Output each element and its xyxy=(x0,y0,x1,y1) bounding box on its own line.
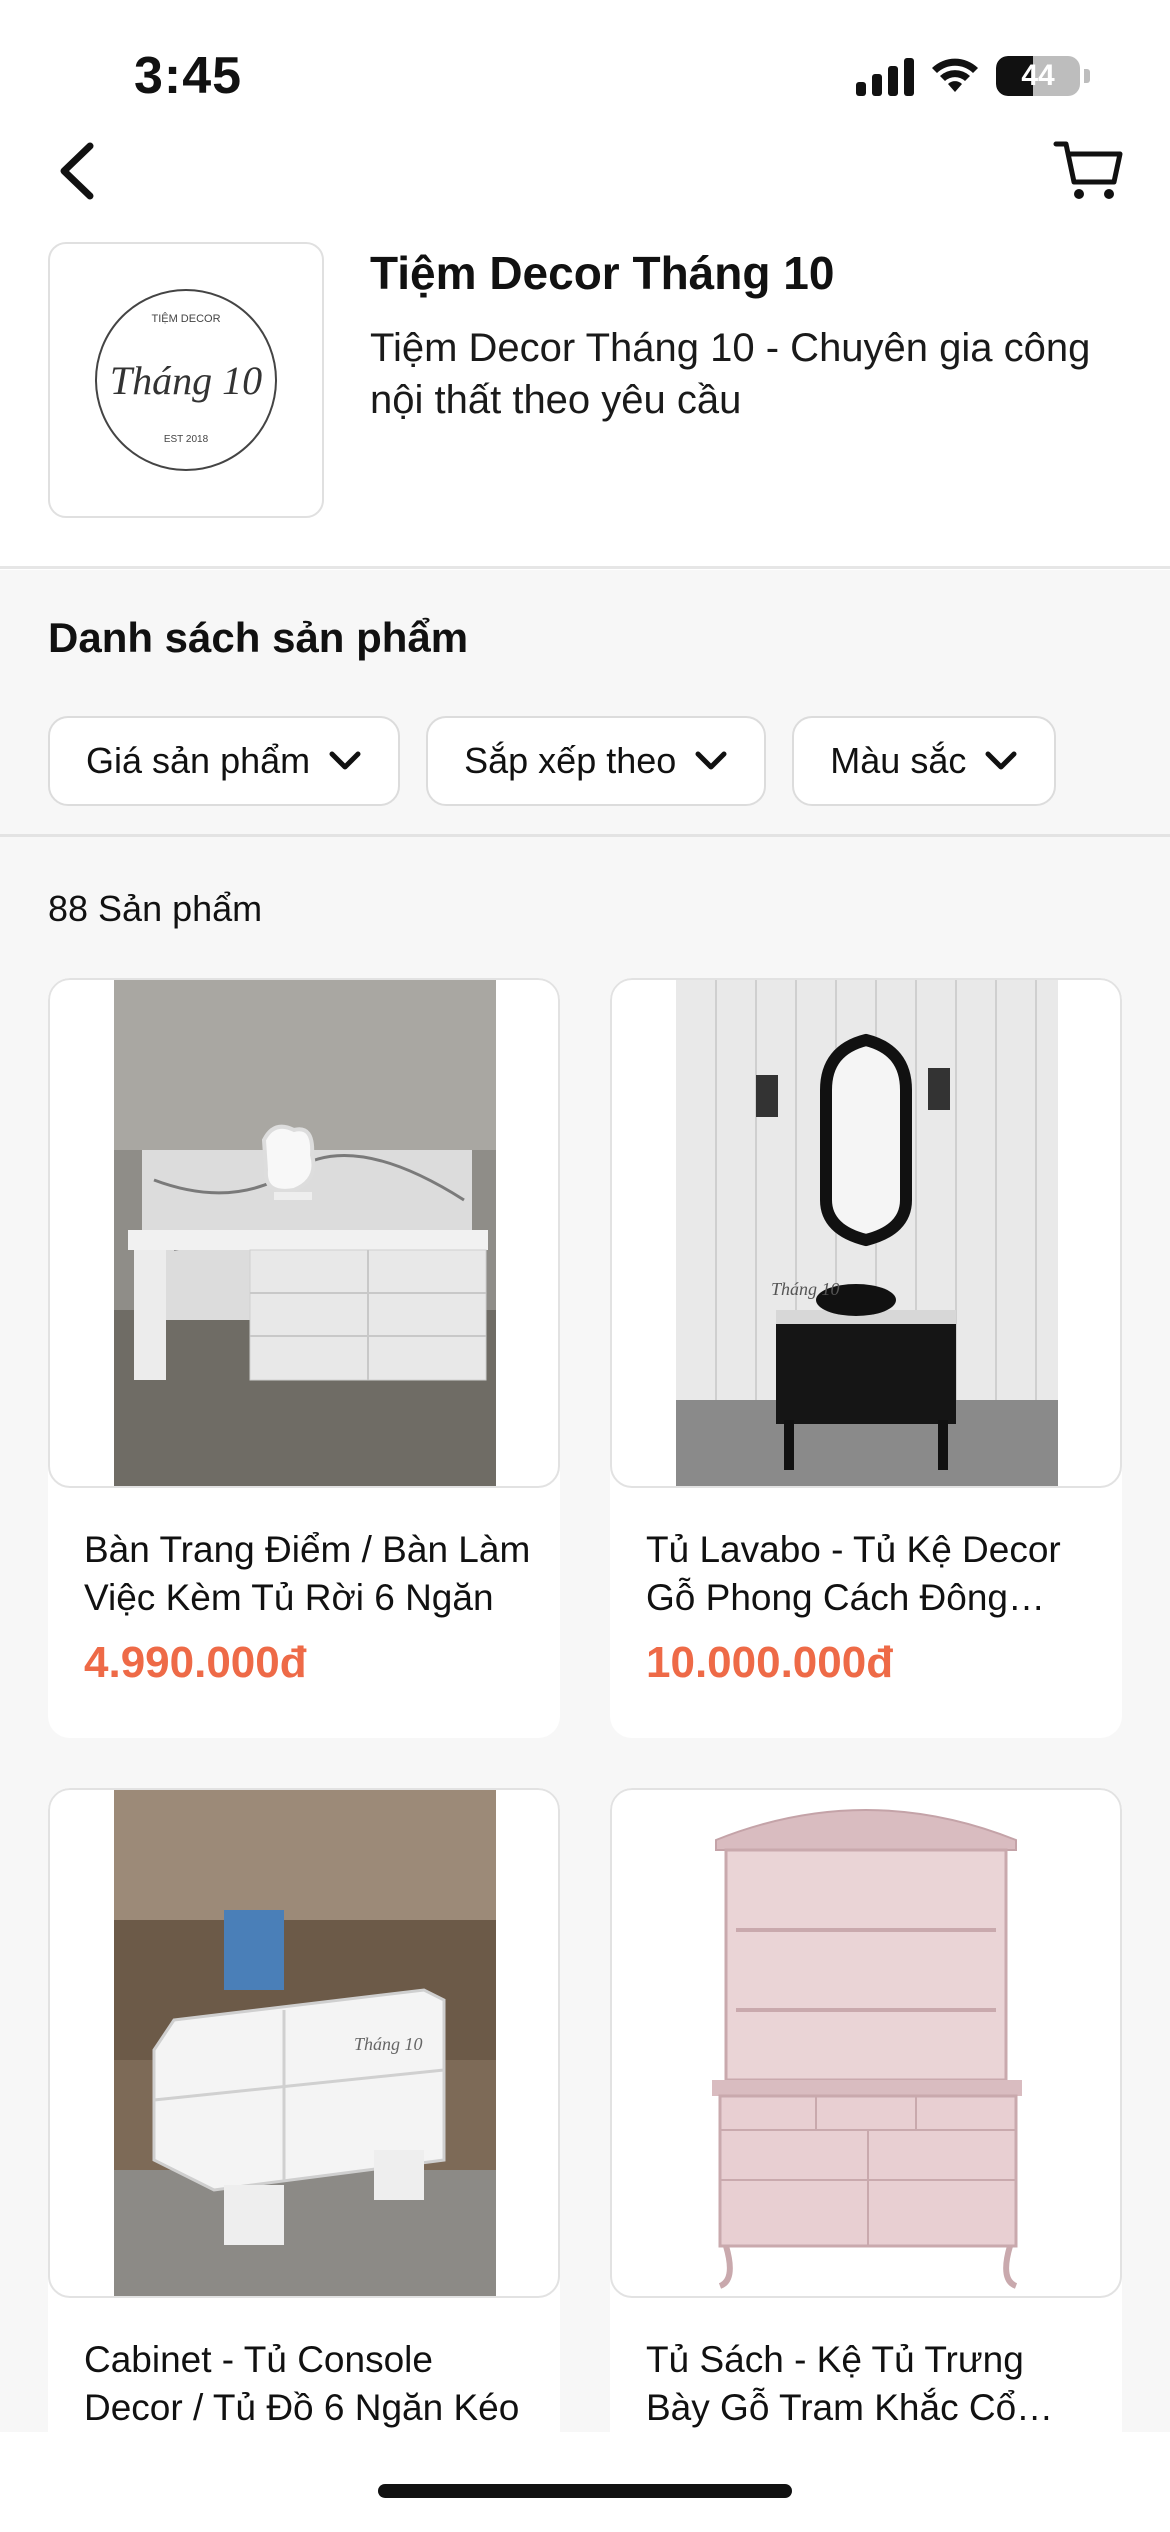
product-card[interactable]: Tủ Sách - Kệ Tủ Trưng Bày Gỗ Tram Khắc C… xyxy=(610,1788,1122,2532)
battery-cap xyxy=(1084,69,1090,83)
product-card[interactable]: Tháng 10 Cabinet - Tủ Console Decor / Tủ… xyxy=(48,1788,560,2532)
filter-color[interactable]: Màu sắc xyxy=(792,716,1057,806)
filter-sort-label: Sắp xếp theo xyxy=(464,740,677,781)
filter-bar: Giá sản phẩm Sắp xếp theo Màu sắc xyxy=(48,716,1057,806)
filter-price[interactable]: Giá sản phẩm xyxy=(48,716,401,806)
status-time: 3:45 xyxy=(134,47,243,105)
product-price: 10.000.000đ xyxy=(646,1638,894,1687)
cart-icon xyxy=(1053,141,1123,199)
product-image xyxy=(610,1788,1122,2298)
product-image xyxy=(48,978,560,1488)
product-count: 88 Sản phẩm xyxy=(48,888,263,929)
product-title: Bàn Trang Điểm / Bàn Làm Việc Kèm Tủ Rời… xyxy=(84,1529,531,1618)
battery-level: 44 xyxy=(1021,59,1055,92)
bookshelf-photo xyxy=(676,1790,1058,2296)
products-section: Danh sách sản phẩm Giá sản phẩm Sắp xếp … xyxy=(0,570,1170,2532)
section-title: Danh sách sản phẩm xyxy=(48,614,469,661)
lavabo-cabinet-photo: Tháng 10 xyxy=(676,980,1058,1486)
back-button[interactable] xyxy=(50,136,110,206)
shop-name: Tiệm Decor Tháng 10 xyxy=(370,247,835,299)
product-card[interactable]: Tháng 10 Tủ Lavabo - Tủ Kệ Decor Gỗ Phon… xyxy=(610,978,1122,1738)
svg-text:Tháng 10: Tháng 10 xyxy=(771,1279,840,1299)
product-title: Cabinet - Tủ Console Decor / Tủ Đồ 6 Ngă… xyxy=(84,2339,520,2428)
cellular-signal-icon xyxy=(856,56,914,96)
svg-text:Tháng 10: Tháng 10 xyxy=(110,358,262,403)
home-indicator-area xyxy=(0,2432,1170,2532)
shop-logo[interactable]: TIỆM DECOR Tháng 10 EST 2018 xyxy=(48,242,324,518)
wifi-icon xyxy=(932,58,978,92)
product-title: Tủ Sách - Kệ Tủ Trưng Bày Gỗ Tram Khắc C… xyxy=(646,2339,1024,2428)
filters-divider xyxy=(0,834,1170,837)
product-title: Tủ Lavabo - Tủ Kệ Decor Gỗ Phong Cách Đô… xyxy=(646,1529,1061,1618)
product-image: Tháng 10 xyxy=(610,978,1122,1488)
svg-text:Tháng 10: Tháng 10 xyxy=(354,2034,423,2054)
product-card[interactable]: Bàn Trang Điểm / Bàn Làm Việc Kèm Tủ Rời… xyxy=(48,978,560,1738)
chevron-down-icon xyxy=(329,751,361,770)
shop-logo-mark: TIỆM DECOR Tháng 10 EST 2018 xyxy=(95,289,277,471)
product-price: 4.990.000đ xyxy=(84,1638,307,1687)
filter-price-label: Giá sản phẩm xyxy=(86,740,311,781)
battery-icon: 44 xyxy=(996,56,1080,96)
product-image: Tháng 10 xyxy=(48,1788,560,2298)
cart-button[interactable] xyxy=(1052,136,1126,206)
svg-text:EST 2018: EST 2018 xyxy=(164,434,209,445)
chevron-down-icon xyxy=(985,751,1017,770)
svg-text:TIỆM DECOR: TIỆM DECOR xyxy=(151,312,220,325)
status-bar: 3:45 44 xyxy=(0,0,1170,140)
chevron-down-icon xyxy=(695,751,727,770)
filter-sort[interactable]: Sắp xếp theo xyxy=(426,716,767,806)
status-icons: 44 xyxy=(856,56,1090,96)
nav-bar xyxy=(0,130,1170,210)
shop-description: Tiệm Decor Tháng 10 - Chuyên gia công nộ… xyxy=(370,326,1091,422)
shop-header: TIỆM DECOR Tháng 10 EST 2018 Tiệm Decor … xyxy=(0,240,1170,566)
vanity-desk-photo xyxy=(114,980,496,1486)
header-divider xyxy=(0,566,1170,569)
console-cabinet-photo: Tháng 10 xyxy=(114,1790,496,2296)
chevron-left-icon xyxy=(60,142,94,200)
filter-color-label: Màu sắc xyxy=(830,740,967,781)
home-indicator[interactable] xyxy=(378,2484,792,2498)
